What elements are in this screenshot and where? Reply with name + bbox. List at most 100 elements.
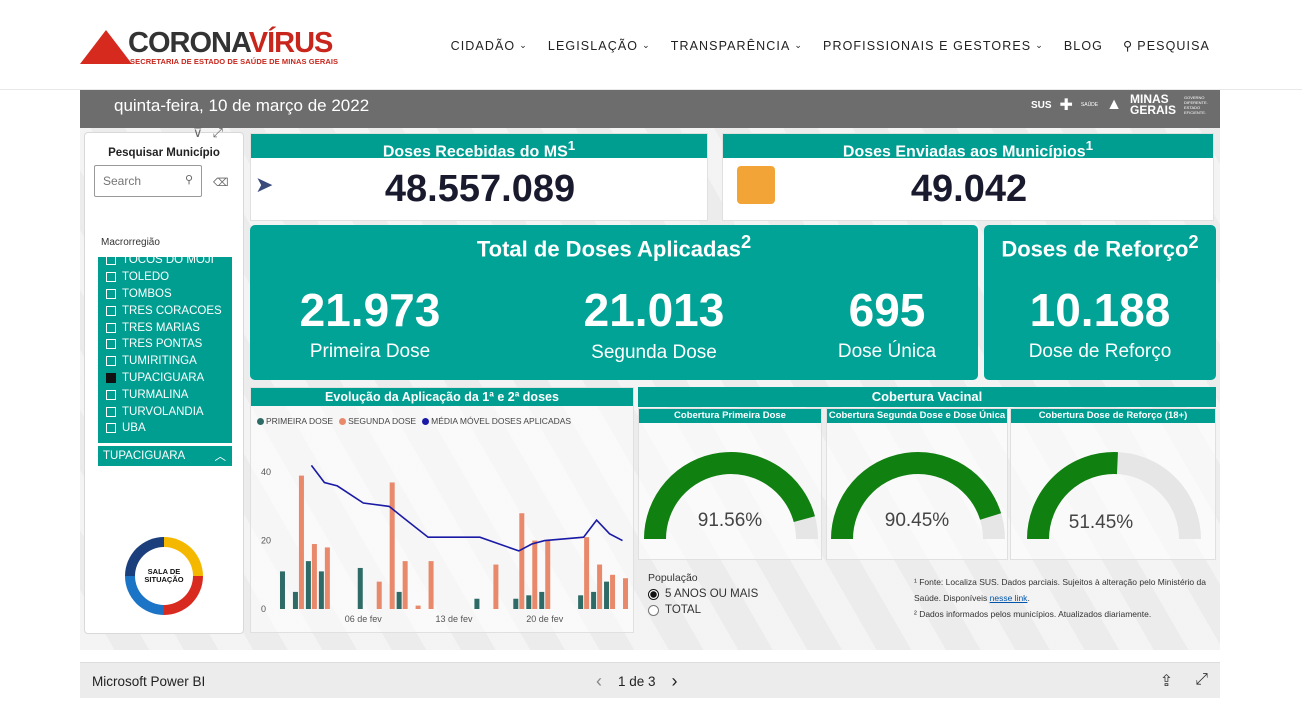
share-icon[interactable]: ⇪ [1160,671,1173,691]
total-aplicadas-card: Total de Doses Aplicadas2 21.973 Primeir… [250,225,978,380]
note-1: ¹ Fonte: Localiza SUS. Dados parciais. S… [914,577,1206,603]
checkbox[interactable] [106,272,116,283]
bar-primeira-dose [526,595,532,609]
plus-icon: ✚ [1059,97,1073,114]
nesse-link[interactable]: nesse link [990,593,1028,603]
municipio-item[interactable]: TURVOLANDIA [98,403,232,420]
bar-primeira-dose [279,571,285,609]
nav-legislacao[interactable]: LEGISLAÇÃO ⌄ [548,38,651,53]
bar-segunda-dose [597,564,603,609]
segunda-dose-value: 21.013 [583,284,725,336]
checkbox[interactable] [106,372,116,383]
checkbox[interactable] [106,389,116,400]
chevron-down-icon: ⌄ [1035,40,1044,50]
powerbi-brand[interactable]: Microsoft Power BI [92,674,205,689]
municipio-item[interactable]: TUMIRITINGA [98,353,232,370]
nav-blog[interactable]: BLOG [1064,38,1103,53]
prev-page-icon[interactable]: ‹ [596,671,602,692]
reforco-card: Doses de Reforço2 10.188 Dose de Reforço [984,225,1216,380]
sala-de-situacao-button[interactable]: SALA DE SITUAÇÃO [125,537,203,615]
municipio-item[interactable]: TOCOS DO MOJI [98,257,232,269]
radio-5-anos[interactable]: 5 ANOS OU MAIS [648,588,758,600]
search-input[interactable] [103,174,173,188]
focus-mode-icon[interactable]: ⤢ [213,125,223,141]
doses-recebidas-value: 48.557.089 [384,168,576,210]
x-tick-label: 20 de fev [526,614,564,624]
fullscreen-icon[interactable]: ⤢ [1195,671,1208,691]
search-icon: ⚲ [1123,39,1134,53]
gauge-value: 90.45% [884,510,950,531]
checkbox[interactable] [106,339,116,350]
bar-segunda-dose [324,547,330,609]
bar-segunda-dose [493,564,499,609]
gauge-value: 51.45% [1068,512,1134,533]
gauge-arc [644,452,818,540]
radio-button[interactable] [648,588,659,600]
next-page-icon[interactable]: › [672,671,678,692]
eraser-icon[interactable]: ⌫ [213,176,229,189]
logo-triangle-icon [80,30,132,64]
powerbi-footer: Microsoft Power BI ‹ 1 de 3 › ⇪ ⤢ [80,662,1220,698]
y-tick-label: 0 [261,604,266,614]
gauge-segunda: Cobertura Segunda Dose e Dose Única 90.4… [826,408,1008,560]
checkbox[interactable] [106,305,116,316]
municipio-label: TURVOLANDIA [122,405,204,418]
radio-total[interactable]: TOTAL [648,604,758,616]
municipio-label: TRES MARIAS [122,321,200,334]
checkbox[interactable] [106,356,116,367]
sala-label: SALA DE SITUAÇÃO [135,547,193,605]
selected-municipio: TUPACIGUARA [103,450,186,462]
municipio-item[interactable]: UBA [98,420,232,437]
bar-segunda-dose [623,578,629,609]
nav-cidadao[interactable]: CIDADÃO ⌄ [451,38,528,53]
municipio-label: TUPACIGUARA [122,371,205,384]
checkbox[interactable] [106,288,116,299]
search-box[interactable]: ⚲ [94,165,202,197]
populacao-label: População [648,572,698,584]
nav-transparencia[interactable]: TRANSPARÊNCIA ⌄ [671,38,803,53]
bar-primeira-dose [474,598,480,609]
card-title: Doses Enviadas aos Municípios [842,143,1086,161]
evolucao-chart: Evolução da Aplicação da 1ª e 2ª doses P… [250,387,634,633]
checkbox[interactable] [106,322,116,333]
municipio-dropdown[interactable]: TUPACIGUARA ︿ [98,446,232,466]
radio-button[interactable] [648,604,659,616]
dose-unica-value: 695 [848,284,926,336]
filter-panel: ⊽ ⤢ Pesquisar Município ⚲ ⌫ Macrorregião… [84,125,244,634]
filter-icon[interactable]: ⊽ [193,125,203,141]
gauge-value: 91.56% [697,510,763,531]
bar-segunda-dose [389,482,395,609]
municipio-item[interactable]: TRES MARIAS [98,319,232,336]
doses-enviadas-value: 49.042 [910,168,1028,210]
gauge-reforco: Cobertura Dose de Reforço (18+) 51.45% [1010,408,1216,560]
nav-label: CIDADÃO [450,38,516,53]
checkbox[interactable] [106,257,116,266]
main-nav: CIDADÃO ⌄ LEGISLAÇÃO ⌄ TRANSPARÊNCIA ⌄ PROF… [451,38,1210,54]
nav-label: PESQUISA [1137,38,1210,53]
macro-label: Macrorregião [101,237,160,248]
municipio-item[interactable]: TOLEDO [98,269,232,286]
bar-segunda-dose [610,574,616,609]
nav-label: PROFISSIONAIS E GESTORES [823,38,1032,53]
reforco-label: Dose de Reforço [1028,341,1172,362]
powerbi-report: quinta-feira, 10 de março de 2022 SUS ✚ … [80,90,1220,650]
bar-primeira-dose [305,561,311,609]
nav-pesquisa[interactable]: ⚲ PESQUISA [1123,38,1210,54]
chevron-down-icon: ⌄ [642,40,651,50]
nav-label: LEGISLAÇÃO [547,38,639,53]
nav-profissionais[interactable]: PROFISSIONAIS E GESTORES ⌄ [823,38,1044,53]
reforco-value: 10.188 [1029,284,1171,336]
checkbox[interactable] [106,423,116,434]
municipio-item[interactable]: TURMALINA [98,386,232,403]
coronavirus-logo[interactable]: CORONAVÍRUS SECRETARIA DE ESTADO DE SAÚD… [80,28,350,68]
logo-accent: VÍRUS [248,27,334,59]
gauge-arc [1027,452,1201,540]
municipio-list[interactable]: TOCOS DO MOJI TOLEDO TOMBOS TRES CORACOES TR… [98,257,232,443]
municipio-item[interactable]: TOMBOS [98,286,232,303]
bar-primeira-dose [292,591,298,609]
municipio-item[interactable]: TRES PONTAS [98,336,232,353]
checkbox[interactable] [106,406,116,417]
municipio-item[interactable]: TUPACIGUARA [98,370,232,387]
primeira-dose-label: Primeira Dose [309,341,431,362]
municipio-item[interactable]: TRES CORACOES [98,302,232,319]
